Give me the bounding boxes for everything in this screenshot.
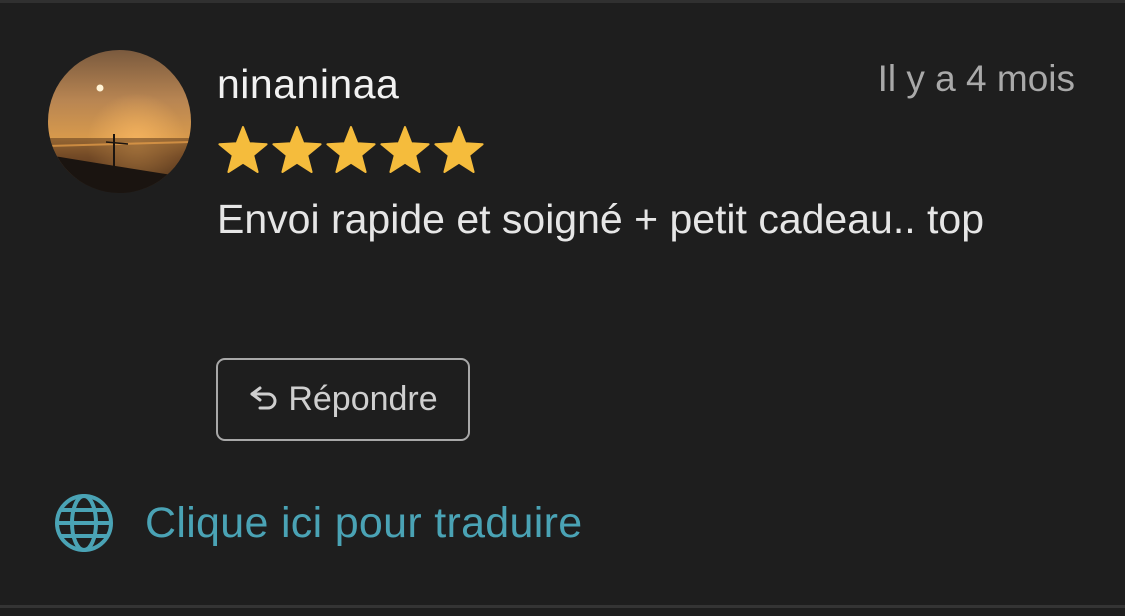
translate-link[interactable]: Clique ici pour traduire [53,492,582,554]
bottom-divider [0,605,1125,608]
top-divider [0,0,1125,3]
globe-icon [55,494,113,552]
review-text: Envoi rapide et soigné + petit cadeau.. … [217,196,985,242]
avatar[interactable] [48,50,191,193]
review-timestamp: Il y a 4 mois [877,58,1075,99]
reply-arrow-icon [250,386,277,409]
review-card: ninaninaa Il y a 4 mois Envoi rapide et … [0,0,1125,616]
star-rating [216,124,486,176]
sunset-photo-avatar [48,50,191,193]
reply-button-label: Répondre [288,380,438,418]
translate-label: Clique ici pour traduire [145,498,583,547]
star-icon [326,126,376,173]
star-icon [434,126,484,173]
star-icon [380,126,430,173]
star-icon [272,126,322,173]
reply-button[interactable]: Répondre [216,358,470,441]
star-icon [218,126,268,173]
username[interactable]: ninaninaa [217,58,399,110]
